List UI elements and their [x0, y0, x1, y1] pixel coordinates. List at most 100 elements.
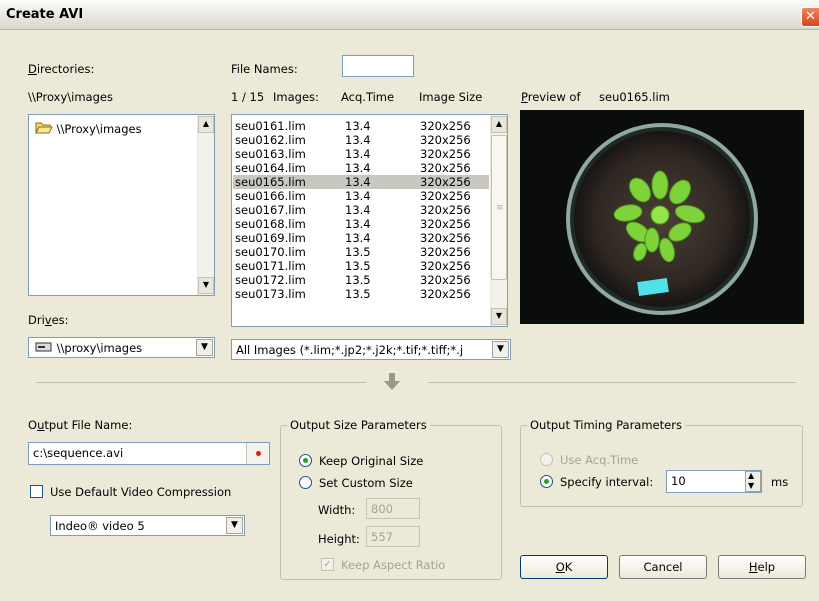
- cancel-button[interactable]: Cancel: [619, 555, 707, 579]
- file-row-name: seu0163.lim: [235, 147, 306, 161]
- browse-dot-icon: [256, 451, 261, 456]
- file-list[interactable]: seu0161.lim 13.4 320x256 seu0162.lim 13.4 320…: [231, 114, 508, 327]
- file-type-selected: All Images (*.lim;*.jp2;*.j2k;*.tif;*.ti…: [236, 343, 464, 357]
- file-row-acq: 13.4: [345, 175, 371, 189]
- column-images: Images:: [273, 90, 319, 104]
- file-row[interactable]: seu0172.lim 13.5 320x256: [233, 273, 489, 287]
- file-row-size: 320x256: [420, 189, 471, 203]
- specify-interval-radio[interactable]: [540, 475, 553, 488]
- file-row[interactable]: seu0165.lim 13.4 320x256: [233, 175, 489, 189]
- file-row-size: 320x256: [420, 273, 471, 287]
- keep-aspect-ratio-checkbox[interactable]: ✓: [321, 558, 334, 571]
- file-row-size: 320x256: [420, 119, 471, 133]
- output-file-label: Output File Name:: [28, 418, 133, 432]
- file-row[interactable]: seu0173.lim 13.5 320x256: [233, 287, 489, 301]
- file-row-size: 320x256: [420, 245, 471, 259]
- scroll-up-icon[interactable]: ▲: [491, 116, 507, 133]
- file-row[interactable]: seu0170.lim 13.5 320x256: [233, 245, 489, 259]
- set-custom-size-radio[interactable]: [299, 476, 312, 489]
- file-row[interactable]: seu0162.lim 13.4 320x256: [233, 133, 489, 147]
- file-row-acq: 13.4: [345, 189, 371, 203]
- directories-label: Directories:: [28, 62, 95, 76]
- file-row-name: seu0171.lim: [235, 259, 306, 273]
- file-row[interactable]: seu0164.lim 13.4 320x256: [233, 161, 489, 175]
- file-row-acq: 13.5: [345, 287, 371, 301]
- scroll-down-icon[interactable]: ▼: [491, 308, 507, 325]
- height-input[interactable]: 557: [366, 526, 420, 547]
- file-row-size: 320x256: [420, 231, 471, 245]
- file-row-name: seu0165.lim: [235, 175, 306, 189]
- file-row[interactable]: seu0167.lim 13.4 320x256: [233, 203, 489, 217]
- chevron-down-icon[interactable]: ▼: [492, 341, 509, 358]
- keep-original-size-label: Keep Original Size: [319, 454, 424, 468]
- codec-select[interactable]: Indeo® video 5 ▼: [50, 515, 245, 536]
- file-type-select[interactable]: All Images (*.lim;*.jp2;*.j2k;*.tif;*.ti…: [231, 339, 511, 360]
- directories-list[interactable]: \\Proxy\images ▲ ▼: [28, 114, 215, 296]
- preview-image: [520, 110, 804, 324]
- help-button[interactable]: Help: [718, 555, 806, 579]
- output-size-title: Output Size Parameters: [287, 418, 430, 432]
- file-row[interactable]: seu0163.lim 13.4 320x256: [233, 147, 489, 161]
- set-custom-size-label: Set Custom Size: [319, 476, 413, 490]
- browse-button[interactable]: [246, 443, 269, 464]
- output-file-input[interactable]: c:\sequence.avi: [28, 442, 270, 465]
- keep-original-size-radio[interactable]: [299, 454, 312, 467]
- file-row[interactable]: seu0166.lim 13.4 320x256: [233, 189, 489, 203]
- drives-label: Drives:: [28, 313, 69, 327]
- spin-arrows-icon[interactable]: ▲ ▼: [745, 471, 761, 492]
- file-row[interactable]: seu0168.lim 13.4 320x256: [233, 217, 489, 231]
- use-default-compression-label: Use Default Video Compression: [50, 485, 232, 499]
- column-image-size: Image Size: [419, 90, 483, 104]
- file-row-acq: 13.4: [345, 147, 371, 161]
- file-row-acq: 13.4: [345, 119, 371, 133]
- use-acq-time-radio[interactable]: [540, 453, 553, 466]
- file-row-acq: 13.4: [345, 217, 371, 231]
- directory-item[interactable]: \\Proxy\images: [35, 121, 142, 136]
- separator-line: [36, 382, 366, 383]
- file-row-acq: 13.4: [345, 161, 371, 175]
- height-label: Height:: [318, 532, 360, 546]
- file-row-size: 320x256: [420, 147, 471, 161]
- directory-path: \\Proxy\images: [28, 90, 113, 104]
- file-row[interactable]: seu0171.lim 13.5 320x256: [233, 259, 489, 273]
- interval-unit: ms: [771, 475, 789, 489]
- file-row-acq: 13.5: [345, 259, 371, 273]
- file-list-scrollbar[interactable]: ▲ ≡ ▼: [490, 115, 507, 326]
- file-row-name: seu0167.lim: [235, 203, 306, 217]
- file-row-acq: 13.4: [345, 203, 371, 217]
- file-row-size: 320x256: [420, 259, 471, 273]
- separator-line: [428, 382, 796, 383]
- file-row-size: 320x256: [420, 287, 471, 301]
- file-row[interactable]: seu0161.lim 13.4 320x256: [233, 119, 489, 133]
- directory-item-label: \\Proxy\images: [56, 122, 142, 136]
- folder-open-icon: [35, 122, 53, 134]
- drives-select[interactable]: \\proxy\images ▼: [28, 337, 215, 358]
- network-drive-icon: [35, 342, 52, 352]
- width-input[interactable]: 800: [366, 498, 420, 519]
- scroll-down-icon[interactable]: ▼: [198, 277, 214, 294]
- file-row-name: seu0161.lim: [235, 119, 306, 133]
- codec-selected: Indeo® video 5: [55, 519, 145, 533]
- arrow-down-icon: [383, 372, 401, 395]
- close-icon[interactable]: ✕: [801, 7, 819, 27]
- file-row-name: seu0169.lim: [235, 231, 306, 245]
- window-title: Create AVI: [6, 7, 84, 22]
- file-row-acq: 13.5: [345, 273, 371, 287]
- file-row-name: seu0170.lim: [235, 245, 306, 259]
- file-row-name: seu0173.lim: [235, 287, 306, 301]
- column-acq-time: Acq.Time: [341, 90, 395, 104]
- ok-button[interactable]: OK: [520, 555, 608, 579]
- chevron-down-icon[interactable]: ▼: [226, 517, 243, 534]
- file-row-size: 320x256: [420, 203, 471, 217]
- file-row-acq: 13.5: [345, 245, 371, 259]
- chevron-down-icon[interactable]: ▼: [196, 339, 213, 356]
- file-row-size: 320x256: [420, 133, 471, 147]
- plant-preview-graphic: [566, 123, 758, 315]
- file-count: 1 / 15: [231, 90, 265, 104]
- directories-scrollbar[interactable]: ▲ ▼: [197, 115, 214, 295]
- use-default-compression-checkbox[interactable]: [30, 485, 43, 498]
- specify-interval-label: Specify interval:: [560, 475, 654, 489]
- file-row[interactable]: seu0169.lim 13.4 320x256: [233, 231, 489, 245]
- file-name-filter-input[interactable]: [342, 55, 414, 77]
- scroll-up-icon[interactable]: ▲: [198, 116, 214, 133]
